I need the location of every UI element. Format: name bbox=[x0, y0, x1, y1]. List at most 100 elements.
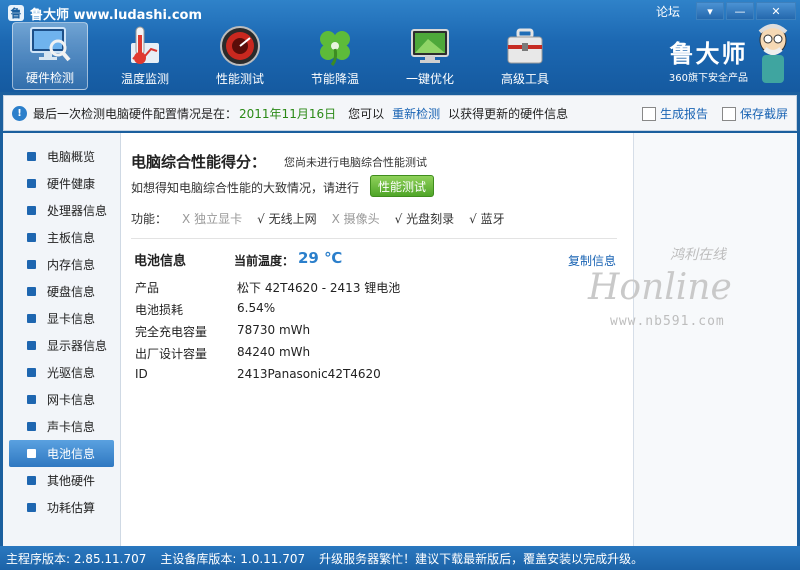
sidebar-item-optical-drive[interactable]: 光驱信息 bbox=[9, 359, 114, 386]
table-row: 完全充电容量 78730 mWh bbox=[135, 323, 400, 345]
watermark-url: www.nb591.com bbox=[610, 314, 725, 329]
upgrade-message: 升级服务器繁忙！建议下载最新版后，覆盖安装以完成升级。 bbox=[319, 551, 644, 566]
nav-label: 节能降温 bbox=[310, 72, 359, 86]
feature-dedicated-gpu: X 独立显卡 bbox=[182, 210, 242, 227]
infobar-tools: 生成报告 保存截屏 bbox=[628, 105, 788, 122]
nav-advanced-tools[interactable]: 高级工具 bbox=[487, 22, 563, 90]
bullet-icon bbox=[27, 314, 36, 323]
close-icon[interactable]: ✕ bbox=[756, 2, 796, 20]
bullet-icon bbox=[27, 449, 36, 458]
sidebar-item-label: 硬件健康 bbox=[47, 177, 96, 191]
app-logo-icon: 鲁 bbox=[8, 5, 24, 21]
nav-label: 一键优化 bbox=[405, 72, 454, 86]
feature-label: 摄像头 bbox=[343, 212, 380, 226]
main-program-version: 主程序版本: 2.85.11.707 bbox=[6, 551, 147, 566]
sidebar-item-label: 其他硬件 bbox=[47, 474, 96, 488]
sidebar-item-overview[interactable]: 电脑概览 bbox=[9, 143, 114, 170]
brand-tagline: 360旗下安全产品 bbox=[668, 73, 748, 84]
bullet-icon bbox=[27, 287, 36, 296]
sidebar-item-label: 声卡信息 bbox=[47, 420, 96, 434]
nav-label: 性能测试 bbox=[215, 72, 264, 86]
device-db-version: 主设备库版本: 1.0.11.707 bbox=[160, 551, 306, 566]
bullet-icon bbox=[27, 395, 36, 404]
nav-label: 温度监测 bbox=[120, 72, 169, 86]
nav-energy-saving[interactable]: 节能降温 bbox=[297, 22, 373, 90]
sidebar-item-motherboard[interactable]: 主板信息 bbox=[9, 224, 114, 251]
main-nav: 硬件检测 温度监测 性能测试 节能降温 一键优化 高级工具 bbox=[12, 22, 582, 90]
sidebar-item-label: 光驱信息 bbox=[47, 366, 96, 380]
sidebar-item-cpu[interactable]: 处理器信息 bbox=[9, 197, 114, 224]
sidebar-item-hardware-health[interactable]: 硬件健康 bbox=[9, 170, 114, 197]
sidebar-item-sound-card[interactable]: 声卡信息 bbox=[9, 413, 114, 440]
features-label: 功能： bbox=[131, 212, 168, 226]
nav-one-click-optimize[interactable]: 一键优化 bbox=[392, 22, 468, 90]
bullet-icon bbox=[27, 260, 36, 269]
row-key: 产品 bbox=[135, 281, 160, 295]
feature-mark: √ bbox=[469, 212, 477, 226]
main-content: 电脑综合性能得分： 您尚未进行电脑综合性能测试 如想得知电脑综合性能的大致情况，… bbox=[121, 133, 633, 546]
nav-label: 硬件检测 bbox=[25, 71, 74, 85]
row-key: 电池损耗 bbox=[135, 303, 184, 317]
window-controls: 论坛 ▾ — ✕ bbox=[656, 2, 796, 20]
feature-wireless: √ 无线上网 bbox=[257, 210, 317, 227]
sidebar-item-label: 硬盘信息 bbox=[47, 285, 96, 299]
forum-link[interactable]: 论坛 bbox=[656, 3, 680, 20]
bullet-icon bbox=[27, 341, 36, 350]
sidebar-item-label: 电脑概览 bbox=[47, 150, 96, 164]
sidebar-item-label: 功耗估算 bbox=[47, 501, 96, 515]
sidebar-item-disk[interactable]: 硬盘信息 bbox=[9, 278, 114, 305]
nav-temperature[interactable]: 温度监测 bbox=[107, 22, 183, 90]
brand-block: 鲁大师 360旗下安全产品 bbox=[669, 34, 748, 84]
sidebar-item-battery[interactable]: 电池信息 bbox=[9, 440, 114, 467]
score-title: 电脑综合性能得分： bbox=[131, 153, 267, 171]
row-value: 2413Panasonic42T4620 bbox=[237, 367, 381, 381]
info-prefix: 最后一次检测电脑硬件配置情况是在： bbox=[33, 106, 238, 121]
table-row: 产品 松下 42T4620 - 2413 锂电池 bbox=[135, 279, 400, 301]
performance-test-button[interactable]: 性能测试 bbox=[370, 175, 434, 197]
generate-report-button[interactable]: 生成报告 bbox=[641, 105, 708, 122]
bullet-icon bbox=[27, 152, 36, 161]
row-key: 出厂设计容量 bbox=[135, 347, 208, 361]
row-key: 完全充电容量 bbox=[135, 325, 208, 339]
score-note: 您尚未进行电脑综合性能测试 bbox=[284, 156, 427, 169]
feature-bluetooth: √ 蓝牙 bbox=[469, 210, 505, 227]
table-row: ID 2413Panasonic42T4620 bbox=[135, 367, 400, 389]
menu-dropdown-icon[interactable]: ▾ bbox=[696, 2, 724, 20]
last-detect-info-bar: ! 最后一次检测电脑硬件配置情况是在： 2011年11月16日 您可以 重新检测… bbox=[3, 95, 797, 131]
sidebar-item-power-estimate[interactable]: 功耗估算 bbox=[9, 494, 114, 521]
row-value: 84240 mWh bbox=[237, 345, 311, 359]
row-key: ID bbox=[135, 367, 148, 381]
bullet-icon bbox=[27, 503, 36, 512]
redetect-link[interactable]: 重新检测 bbox=[392, 105, 440, 122]
temperature-label: 当前温度： bbox=[234, 254, 295, 268]
minimize-icon[interactable]: — bbox=[726, 2, 754, 20]
nav-hardware-detect[interactable]: 硬件检测 bbox=[12, 22, 88, 90]
sidebar-item-label: 显卡信息 bbox=[47, 312, 96, 326]
nav-performance[interactable]: 性能测试 bbox=[202, 22, 278, 90]
table-row: 出厂设计容量 84240 mWh bbox=[135, 345, 400, 367]
watermark: 鸿利在线 Honline www.nb591.com bbox=[587, 247, 732, 329]
section-divider bbox=[131, 238, 617, 239]
info-mid: 您可以 bbox=[348, 106, 385, 121]
app-title: 鲁 鲁大师 www.ludashi.com bbox=[8, 4, 203, 23]
sidebar-item-graphics[interactable]: 显卡信息 bbox=[9, 305, 114, 332]
perf-hint: 如想得知电脑综合性能的大致情况，请进行 bbox=[131, 181, 360, 195]
feature-camera: X 摄像头 bbox=[332, 210, 380, 227]
bullet-icon bbox=[27, 476, 36, 485]
generate-report-label: 生成报告 bbox=[659, 107, 708, 121]
watermark-cn: 鸿利在线 bbox=[670, 247, 728, 263]
sidebar-item-memory[interactable]: 内存信息 bbox=[9, 251, 114, 278]
sidebar-item-monitor[interactable]: 显示器信息 bbox=[9, 332, 114, 359]
row-value: 78730 mWh bbox=[237, 323, 311, 337]
clover-icon bbox=[320, 31, 350, 66]
sidebar-item-other-hardware[interactable]: 其他硬件 bbox=[9, 467, 114, 494]
app-title-text: 鲁大师 www.ludashi.com bbox=[30, 7, 203, 23]
save-screenshot-label: 保存截屏 bbox=[739, 107, 788, 121]
save-screenshot-button[interactable]: 保存截屏 bbox=[721, 105, 788, 122]
bullet-icon bbox=[27, 179, 36, 188]
sidebar-item-network-card[interactable]: 网卡信息 bbox=[9, 386, 114, 413]
bullet-icon bbox=[27, 206, 36, 215]
nav-label: 高级工具 bbox=[500, 72, 549, 86]
battery-section-title: 电池信息 bbox=[134, 254, 187, 269]
feature-label: 光盘刻录 bbox=[406, 212, 455, 226]
